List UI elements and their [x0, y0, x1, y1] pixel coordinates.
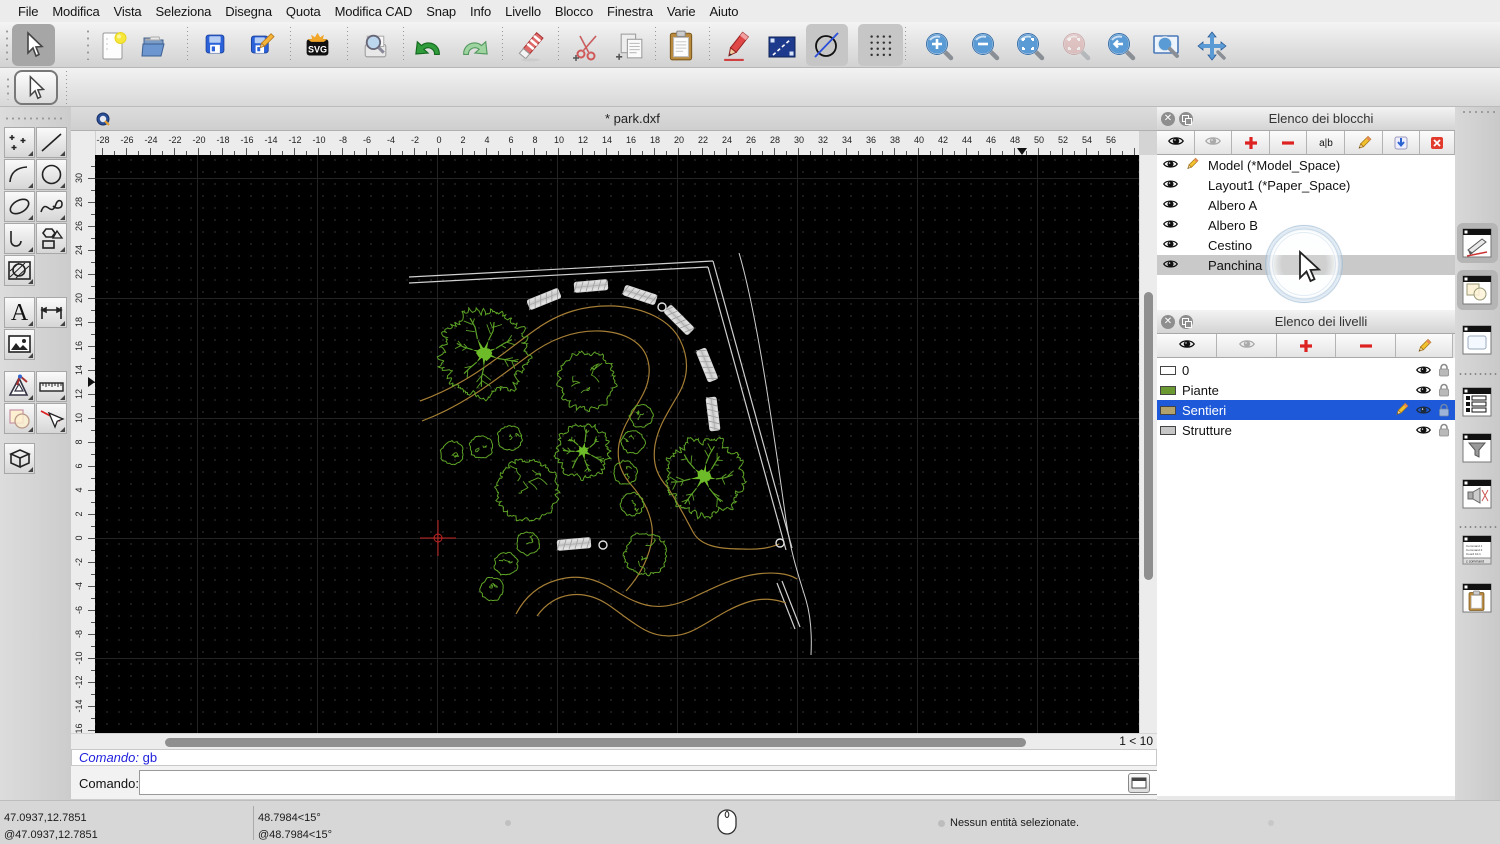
svg-text:SVG: SVG	[308, 44, 327, 54]
svg-text:Coord 10,1: Coord 10,1	[1466, 552, 1481, 556]
svg-text:A: A	[11, 300, 29, 326]
svg-text:c command: c command	[1466, 560, 1484, 564]
svg-text:a|b: a|b	[1319, 138, 1333, 149]
